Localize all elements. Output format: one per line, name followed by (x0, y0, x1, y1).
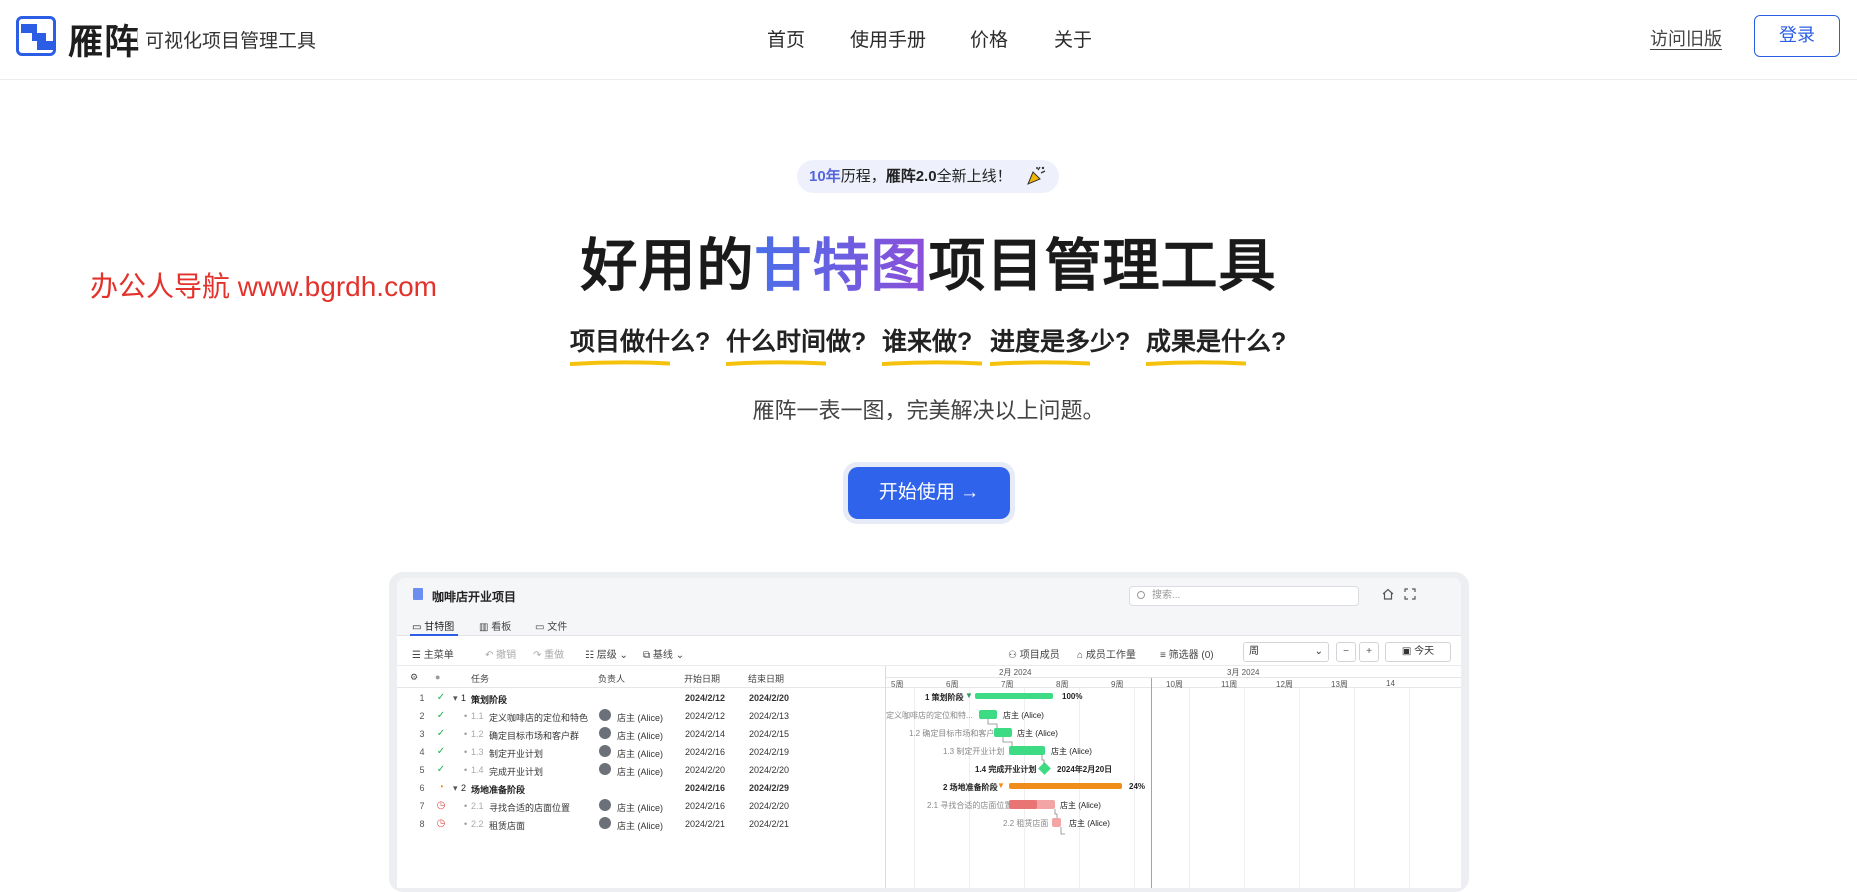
pill-text-1: 历程， (840, 168, 886, 185)
hero-title-pre: 好用的 (580, 234, 755, 298)
question-1: 项目做什么? (570, 322, 710, 366)
nav-manual[interactable]: 使用手册 (850, 25, 926, 52)
question-3: 谁来做? (882, 322, 982, 366)
top-navbar: 雁阵 可视化项目管理工具 首页 使用手册 价格 关于 访问旧版 登录 (0, 0, 1857, 80)
watermark-text: 办公人导航 www.bgrdh.com (90, 271, 437, 302)
old-version-link[interactable]: 访问旧版 (1650, 25, 1722, 51)
pill-text-2: 全新上线！ (936, 168, 1012, 185)
pill-brand-version: 雁阵2.0 (885, 168, 937, 185)
hero-title-highlight: 甘特图 (754, 234, 929, 298)
dependency-arrows (987, 719, 1065, 835)
question-5: 成果是什么? (1146, 322, 1286, 366)
question-4: 进度是多少? (990, 322, 1130, 366)
brand-divider (137, 30, 138, 46)
nav-about[interactable]: 关于 (1054, 25, 1092, 52)
brand-name[interactable]: 雁阵 (68, 14, 140, 65)
brand-tagline: 可视化项目管理工具 (145, 31, 317, 52)
start-using-button[interactable]: 开始使用 → (848, 467, 1010, 519)
party-popper-icon (1027, 166, 1046, 185)
hero-title: 好用的甘特图项目管理工具 (560, 220, 1297, 302)
nav-pricing[interactable]: 价格 (970, 25, 1008, 52)
nav-home[interactable]: 首页 (767, 25, 805, 52)
pill-years: 10年 (809, 168, 841, 185)
login-button[interactable]: 登录 (1754, 15, 1840, 57)
announcement-pill[interactable]: 10年历程，雁阵2.0全新上线！ (797, 160, 1059, 193)
hero-subtitle: 雁阵一表一图，完美解决以上问题。 (752, 398, 1105, 423)
app-preview: 咖啡店开业项目 搜索... ▭ 甘特图 ▥ 看板 ▭ 文件 ☰ 主菜单 ↶ 撤销… (397, 578, 1461, 888)
question-2: 什么时间做? (726, 322, 866, 366)
logo-icon[interactable] (16, 16, 56, 56)
hero-title-post: 项目管理工具 (928, 234, 1277, 298)
